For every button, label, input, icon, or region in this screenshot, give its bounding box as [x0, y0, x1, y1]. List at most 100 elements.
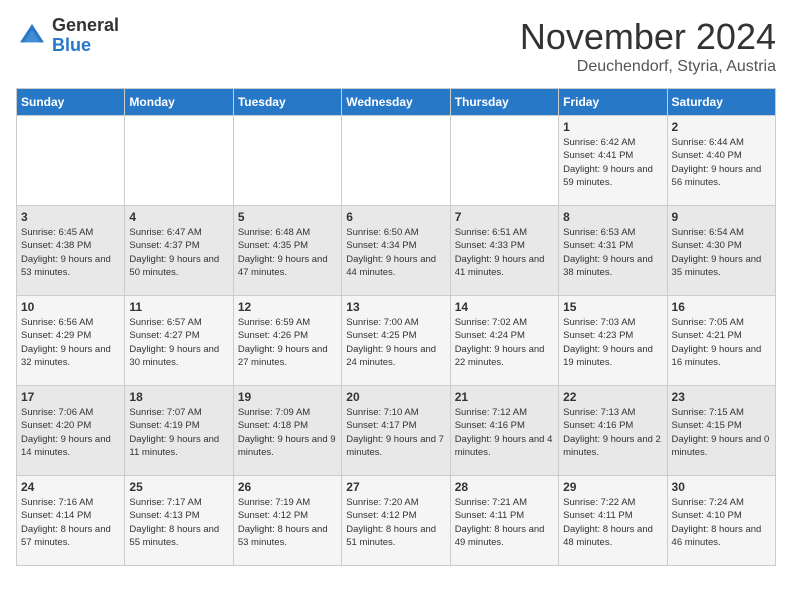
day-number: 24 — [21, 480, 120, 494]
calendar-cell: 9Sunrise: 6:54 AM Sunset: 4:30 PM Daylig… — [667, 206, 775, 296]
calendar-cell: 28Sunrise: 7:21 AM Sunset: 4:11 PM Dayli… — [450, 476, 558, 566]
day-number: 21 — [455, 390, 554, 404]
day-info: Sunrise: 7:15 AM Sunset: 4:15 PM Dayligh… — [672, 406, 771, 459]
calendar-cell — [17, 116, 125, 206]
calendar-cell: 17 Sunrise: 7:06 AM Sunset: 4:20 PM Dayli… — [17, 386, 125, 476]
calendar-cell: 13 Sunrise: 7:00 AM Sunset: 4:25 PM Dayli… — [342, 296, 450, 386]
calendar-cell: 7 Sunrise: 6:51 AM Sunset: 4:33 PM Daylig… — [450, 206, 558, 296]
day-number: 15 — [563, 300, 662, 314]
day-info: Sunrise: 6:51 AM Sunset: 4:33 PM Dayligh… — [455, 226, 554, 279]
calendar-cell: 15 Sunrise: 7:03 AM Sunset: 4:23 PM Dayli… — [559, 296, 667, 386]
day-number: 4 — [129, 210, 228, 224]
day-info: Sunrise: 7:16 AM Sunset: 4:14 PM Dayligh… — [21, 496, 120, 549]
day-number: 29 — [563, 480, 662, 494]
calendar-table: SundayMondayTuesdayWednesdayThursdayFrid… — [16, 88, 776, 566]
week-row-1: 1 Sunrise: 6:42 AM Sunset: 4:41 PM Daylig… — [17, 116, 776, 206]
calendar-cell — [233, 116, 341, 206]
day-info: Sunrise: 6:56 AM Sunset: 4:29 PM Dayligh… — [21, 316, 120, 369]
day-number: 5 — [238, 210, 337, 224]
day-info: Sunrise: 6:50 AM Sunset: 4:34 PM Dayligh… — [346, 226, 445, 279]
day-number: 30 — [672, 480, 771, 494]
day-info: Sunrise: 7:03 AM Sunset: 4:23 PM Dayligh… — [563, 316, 662, 369]
day-info: Sunrise: 7:07 AM Sunset: 4:19 PM Dayligh… — [129, 406, 228, 459]
logo-text: General Blue — [52, 16, 119, 56]
calendar-cell: 1 Sunrise: 6:42 AM Sunset: 4:41 PM Daylig… — [559, 116, 667, 206]
calendar-cell: 19 Sunrise: 7:09 AM Sunset: 4:18 PM Dayli… — [233, 386, 341, 476]
calendar-cell: 8Sunrise: 6:53 AM Sunset: 4:31 PM Daylig… — [559, 206, 667, 296]
day-info: Sunrise: 7:05 AM Sunset: 4:21 PM Dayligh… — [672, 316, 771, 369]
calendar-cell: 3Sunrise: 6:45 AM Sunset: 4:38 PM Daylig… — [17, 206, 125, 296]
day-info: Sunrise: 6:59 AM Sunset: 4:26 PM Dayligh… — [238, 316, 337, 369]
weekday-header-saturday: Saturday — [667, 89, 775, 116]
calendar-cell: 23 Sunrise: 7:15 AM Sunset: 4:15 PM Dayli… — [667, 386, 775, 476]
day-number: 26 — [238, 480, 337, 494]
day-info: Sunrise: 7:09 AM Sunset: 4:18 PM Dayligh… — [238, 406, 337, 459]
calendar-cell: 16 Sunrise: 7:05 AM Sunset: 4:21 PM Dayli… — [667, 296, 775, 386]
week-row-5: 24 Sunrise: 7:16 AM Sunset: 4:14 PM Dayli… — [17, 476, 776, 566]
logo-icon — [16, 20, 48, 52]
day-info: Sunrise: 7:12 AM Sunset: 4:16 PM Dayligh… — [455, 406, 554, 459]
day-number: 12 — [238, 300, 337, 314]
week-row-4: 17 Sunrise: 7:06 AM Sunset: 4:20 PM Dayli… — [17, 386, 776, 476]
title-section: November 2024 Deuchendorf, Styria, Austr… — [520, 16, 776, 76]
day-info: Sunrise: 7:13 AM Sunset: 4:16 PM Dayligh… — [563, 406, 662, 459]
day-info: Sunrise: 6:48 AM Sunset: 4:35 PM Dayligh… — [238, 226, 337, 279]
day-info: Sunrise: 7:24 AM Sunset: 4:10 PM Dayligh… — [672, 496, 771, 549]
weekday-header-tuesday: Tuesday — [233, 89, 341, 116]
calendar-cell: 20 Sunrise: 7:10 AM Sunset: 4:17 PM Dayli… — [342, 386, 450, 476]
weekday-header-monday: Monday — [125, 89, 233, 116]
day-number: 20 — [346, 390, 445, 404]
day-number: 13 — [346, 300, 445, 314]
day-number: 8 — [563, 210, 662, 224]
day-info: Sunrise: 7:00 AM Sunset: 4:25 PM Dayligh… — [346, 316, 445, 369]
day-info: Sunrise: 7:19 AM Sunset: 4:12 PM Dayligh… — [238, 496, 337, 549]
day-number: 1 — [563, 120, 662, 134]
calendar-cell — [125, 116, 233, 206]
calendar-cell: 11 Sunrise: 6:57 AM Sunset: 4:27 PM Dayli… — [125, 296, 233, 386]
day-number: 25 — [129, 480, 228, 494]
calendar-cell: 30 Sunrise: 7:24 AM Sunset: 4:10 PM Dayli… — [667, 476, 775, 566]
weekday-header-row: SundayMondayTuesdayWednesdayThursdayFrid… — [17, 89, 776, 116]
calendar-cell: 24 Sunrise: 7:16 AM Sunset: 4:14 PM Dayli… — [17, 476, 125, 566]
day-number: 19 — [238, 390, 337, 404]
calendar-cell: 5 Sunrise: 6:48 AM Sunset: 4:35 PM Daylig… — [233, 206, 341, 296]
weekday-header-sunday: Sunday — [17, 89, 125, 116]
day-number: 18 — [129, 390, 228, 404]
day-number: 7 — [455, 210, 554, 224]
day-number: 27 — [346, 480, 445, 494]
week-row-3: 10 Sunrise: 6:56 AM Sunset: 4:29 PM Dayli… — [17, 296, 776, 386]
day-number: 14 — [455, 300, 554, 314]
calendar-cell: 4 Sunrise: 6:47 AM Sunset: 4:37 PM Daylig… — [125, 206, 233, 296]
day-number: 16 — [672, 300, 771, 314]
calendar-cell: 6 Sunrise: 6:50 AM Sunset: 4:34 PM Daylig… — [342, 206, 450, 296]
calendar-cell: 12 Sunrise: 6:59 AM Sunset: 4:26 PM Dayli… — [233, 296, 341, 386]
day-info: Sunrise: 6:47 AM Sunset: 4:37 PM Dayligh… — [129, 226, 228, 279]
day-info: Sunrise: 7:21 AM Sunset: 4:11 PM Dayligh… — [455, 496, 554, 549]
day-info: Sunrise: 7:02 AM Sunset: 4:24 PM Dayligh… — [455, 316, 554, 369]
day-info: Sunrise: 6:54 AM Sunset: 4:30 PM Dayligh… — [672, 226, 771, 279]
day-info: Sunrise: 7:10 AM Sunset: 4:17 PM Dayligh… — [346, 406, 445, 459]
day-number: 6 — [346, 210, 445, 224]
page-header: General Blue November 2024 Deuchendorf, … — [16, 16, 776, 76]
day-number: 10 — [21, 300, 120, 314]
day-info: Sunrise: 7:20 AM Sunset: 4:12 PM Dayligh… — [346, 496, 445, 549]
calendar-cell: 10 Sunrise: 6:56 AM Sunset: 4:29 PM Dayli… — [17, 296, 125, 386]
calendar-cell: 25 Sunrise: 7:17 AM Sunset: 4:13 PM Dayli… — [125, 476, 233, 566]
day-number: 17 — [21, 390, 120, 404]
day-info: Sunrise: 7:06 AM Sunset: 4:20 PM Dayligh… — [21, 406, 120, 459]
calendar-cell: 18 Sunrise: 7:07 AM Sunset: 4:19 PM Dayli… — [125, 386, 233, 476]
day-number: 22 — [563, 390, 662, 404]
calendar-cell: 29Sunrise: 7:22 AM Sunset: 4:11 PM Dayli… — [559, 476, 667, 566]
day-info: Sunrise: 7:17 AM Sunset: 4:13 PM Dayligh… — [129, 496, 228, 549]
location-title: Deuchendorf, Styria, Austria — [520, 58, 776, 76]
day-info: Sunrise: 6:42 AM Sunset: 4:41 PM Dayligh… — [563, 136, 662, 189]
day-info: Sunrise: 6:44 AM Sunset: 4:40 PM Dayligh… — [672, 136, 771, 189]
day-info: Sunrise: 6:45 AM Sunset: 4:38 PM Dayligh… — [21, 226, 120, 279]
day-number: 23 — [672, 390, 771, 404]
calendar-cell: 21 Sunrise: 7:12 AM Sunset: 4:16 PM Dayli… — [450, 386, 558, 476]
calendar-cell: 14 Sunrise: 7:02 AM Sunset: 4:24 PM Dayli… — [450, 296, 558, 386]
logo: General Blue — [16, 16, 119, 56]
day-number: 11 — [129, 300, 228, 314]
week-row-2: 3Sunrise: 6:45 AM Sunset: 4:38 PM Daylig… — [17, 206, 776, 296]
day-info: Sunrise: 6:57 AM Sunset: 4:27 PM Dayligh… — [129, 316, 228, 369]
